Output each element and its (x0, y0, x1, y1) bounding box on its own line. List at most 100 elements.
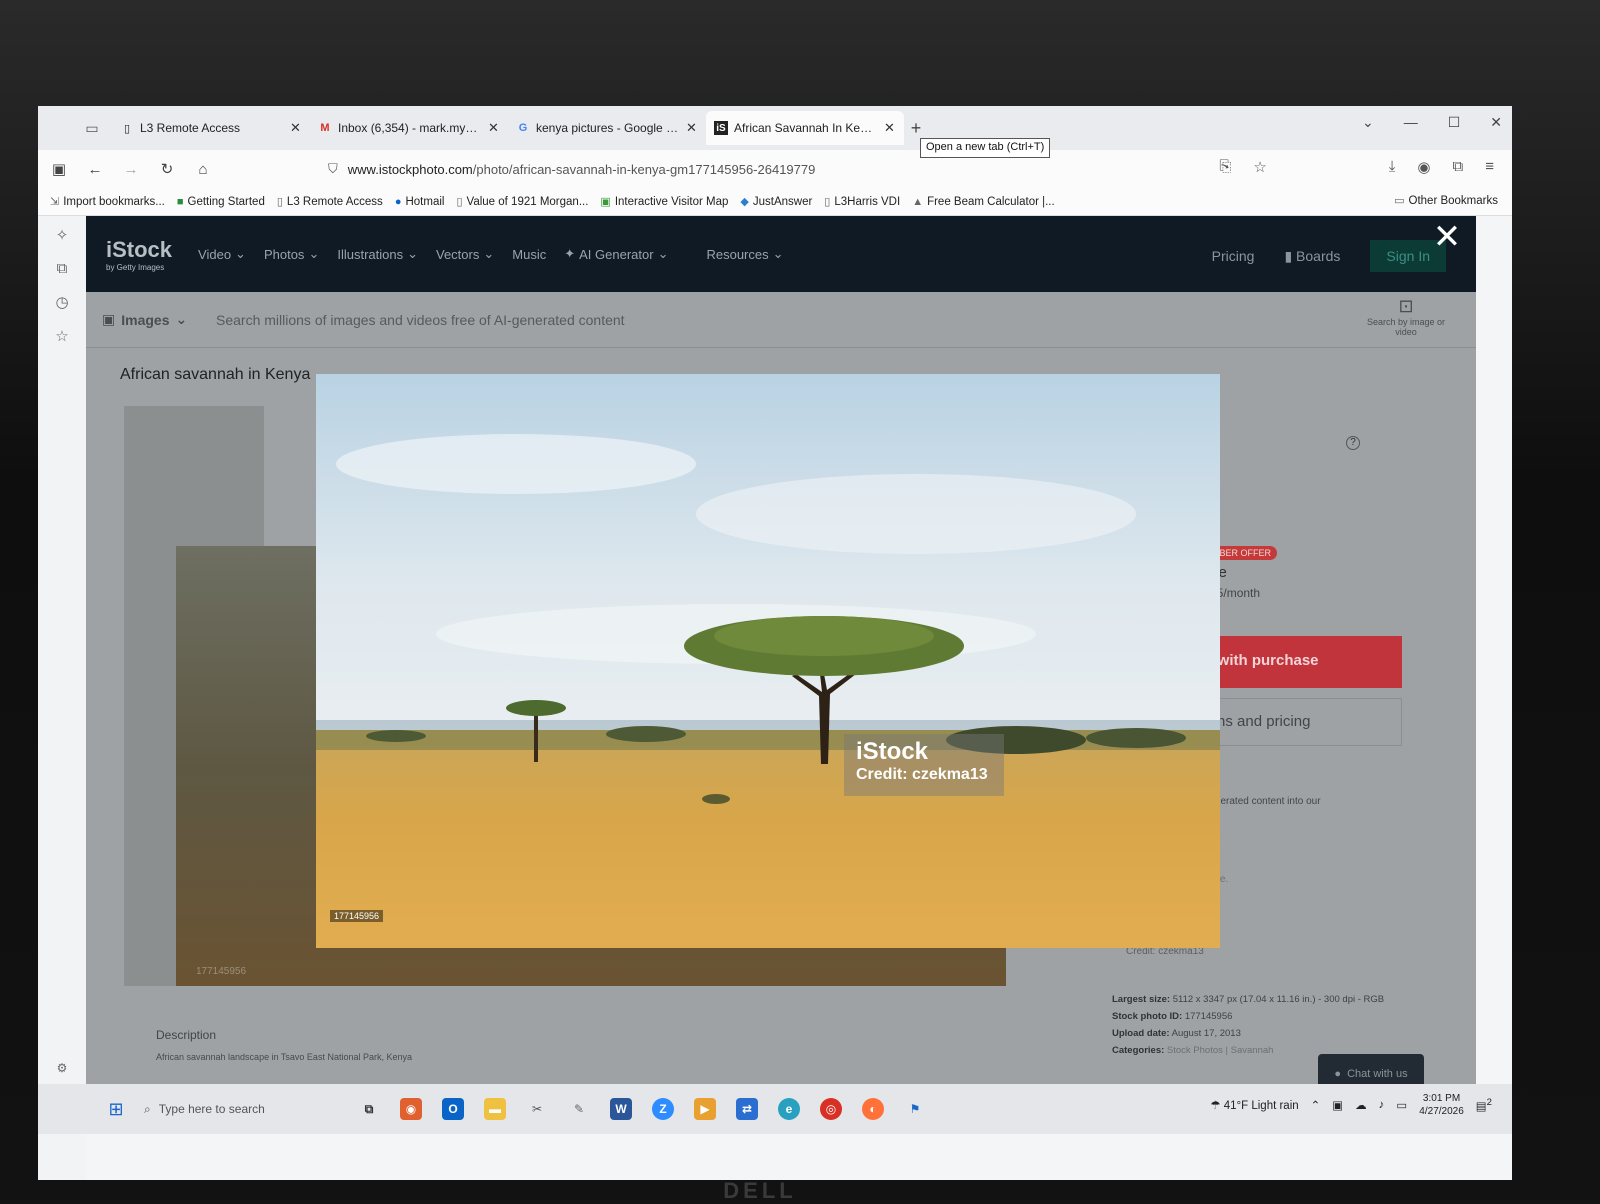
chevron-down-icon: ⌄ (407, 246, 418, 261)
background-photo-id: 177145956 (196, 966, 247, 977)
ai-chatbot-icon[interactable]: ✧ (56, 226, 69, 244)
asset-metadata: Largest size: 5112 x 3347 px (17.04 x 11… (1112, 994, 1385, 1056)
monitor-brand-logo: DELL (723, 1178, 797, 1203)
sidebar-toggle-icon[interactable]: ▣ (48, 158, 70, 180)
bookmark-morgan[interactable]: ▯ Value of 1921 Morgan... (456, 195, 588, 209)
tab-inbox[interactable]: M Inbox (6,354) - mark.myers.me@ ✕ (310, 111, 508, 145)
bookmark-import[interactable]: ⇲ Import bookmarks... (50, 195, 165, 209)
url-bar[interactable]: ⛉ www.istockphoto.com/photo/african-sava… (328, 155, 1208, 183)
file-explorer-icon[interactable]: ▬ (484, 1098, 506, 1120)
forward-icon[interactable]: → (120, 158, 142, 180)
nav-vectors[interactable]: Vectors ⌄ (436, 246, 494, 262)
media-player-icon[interactable]: ▶ (694, 1098, 716, 1120)
bookmark-hotmail[interactable]: ● Hotmail (395, 196, 445, 208)
bookmark-justanswer[interactable]: ◆ JustAnswer (740, 195, 812, 209)
snipping-tool-icon[interactable]: ✂ (526, 1098, 548, 1120)
paint-icon[interactable]: ✎ (568, 1098, 590, 1120)
tab-istock[interactable]: iS African Savannah In Kenya Stoc ✕ (706, 111, 904, 145)
boards-link[interactable]: ▮ Boards (1284, 248, 1340, 265)
bookmark-other[interactable]: ▭ Other Bookmarks (1394, 194, 1498, 208)
search-type-select[interactable]: ▣ Images ⌄ (86, 311, 196, 328)
bookmark-icon: ■ (176, 195, 184, 208)
savannah-photo (316, 374, 1220, 948)
settings-gear-icon[interactable]: ⚙ (57, 1061, 68, 1075)
chrome-icon[interactable]: ◎ (820, 1098, 842, 1120)
maximize-icon[interactable]: ☐ (1448, 114, 1461, 131)
minimize-icon[interactable]: — (1404, 114, 1418, 131)
remote-desktop-icon[interactable]: ⇄ (736, 1098, 758, 1120)
close-tab-icon[interactable]: ✕ (488, 120, 500, 136)
taskbar-search-input[interactable]: ⌕ Type here to search (138, 1091, 298, 1127)
bookmark-visitor-map[interactable]: ▣ Interactive Visitor Map (600, 195, 728, 209)
menu-icon[interactable]: ≡ (1485, 158, 1494, 176)
page-icon: ▯ (276, 196, 283, 208)
bookmark-l3-remote[interactable]: ▯ L3 Remote Access (276, 195, 383, 209)
search-by-image-button[interactable]: ⊡ Search by image or video (1366, 296, 1446, 337)
word-icon[interactable]: W (610, 1098, 632, 1120)
tab-title: African Savannah In Kenya Stoc (734, 121, 878, 135)
shield-icon[interactable]: ⛉ (328, 161, 338, 177)
help-icon[interactable]: ? (1346, 436, 1360, 450)
tray-app-icon[interactable]: ▣ (1332, 1098, 1343, 1112)
new-tab-button[interactable]: + (904, 118, 928, 139)
task-view-icon[interactable]: ⧉ (358, 1098, 380, 1120)
close-tab-icon[interactable]: ✕ (290, 120, 302, 136)
notifications-icon[interactable]: ▤2 (1476, 1097, 1492, 1113)
screen: ▭ ▯ L3 Remote Access ✕ M Inbox (6,354) -… (38, 106, 1512, 1180)
nav-resources[interactable]: Resources ⌄ (706, 246, 783, 262)
toolbar-right: ⎘ ☆ ⤓ ◉ ⧉ ≡ (1219, 158, 1494, 176)
history-icon[interactable]: ◷ (55, 293, 68, 311)
back-icon[interactable]: ← (84, 158, 106, 180)
close-tab-icon[interactable]: ✕ (686, 120, 698, 136)
taskbar-apps: ⧉ ◉ O ▬ ✂ ✎ W Z ▶ ⇄ e ◎ ◐ ⚑ (358, 1098, 926, 1120)
nav-illustrations[interactable]: Illustrations ⌄ (337, 246, 418, 262)
search-input[interactable]: Search millions of images and videos fre… (196, 312, 625, 328)
bookmark-beam-calc[interactable]: ▲ Free Beam Calculator |... (912, 196, 1055, 208)
clock[interactable]: 3:01 PM 4/27/2026 (1419, 1092, 1464, 1118)
nav-photos[interactable]: Photos ⌄ (264, 246, 319, 262)
tab-l3-remote-access[interactable]: ▯ L3 Remote Access ✕ (112, 111, 310, 145)
tab-list-icon[interactable]: ▭ (72, 113, 112, 143)
bookmark-l3harris[interactable]: ▯ L3Harris VDI (824, 195, 900, 209)
pricing-link[interactable]: Pricing (1212, 248, 1255, 264)
tab-google-search[interactable]: G kenya pictures - Google Search ✕ (508, 111, 706, 145)
zoom-icon[interactable]: Z (652, 1098, 674, 1120)
nav-music[interactable]: Music (512, 247, 546, 262)
close-tab-icon[interactable]: ✕ (884, 120, 896, 136)
tab-title: L3 Remote Access (140, 121, 241, 135)
header-right: Pricing ▮ Boards Sign In (1212, 240, 1446, 272)
show-hidden-icons-icon[interactable]: ⌃ (1311, 1098, 1321, 1112)
network-icon[interactable]: ☁ (1355, 1098, 1367, 1112)
search-icon: ⌕ (144, 1101, 151, 1116)
reload-icon[interactable]: ↻ (156, 158, 178, 180)
weather-widget[interactable]: ☂ 41°F Light rain (1210, 1098, 1298, 1112)
bookmark-getting-started[interactable]: ■ Getting Started (177, 196, 265, 208)
account-icon[interactable]: ◉ (1417, 158, 1430, 176)
home-icon[interactable]: ⌂ (192, 158, 214, 180)
outlook-icon: ● (394, 195, 402, 208)
bookmarks-icon[interactable]: ☆ (55, 327, 68, 345)
extensions-icon[interactable]: ⧉ (1453, 158, 1464, 176)
url-path: /photo/african-savannah-in-kenya-gm17714… (472, 161, 816, 177)
outlook-icon[interactable]: O (442, 1098, 464, 1120)
display-icon[interactable]: ▭ (1396, 1098, 1407, 1112)
nav-video[interactable]: Video ⌄ (198, 246, 246, 262)
nav-ai-generator[interactable]: ✦ AI Generator ⌄ (564, 246, 668, 262)
chat-icon: ◆ (740, 196, 749, 208)
network-app-icon[interactable]: ⚑ (904, 1098, 926, 1120)
edge-icon[interactable]: e (778, 1098, 800, 1120)
bookmark-star-icon[interactable]: ☆ (1253, 158, 1266, 176)
volume-icon[interactable]: ♪ (1379, 1099, 1385, 1111)
istock-logo[interactable]: iStock by Getty Images (106, 237, 172, 272)
windows-start-icon[interactable]: ⊞ (94, 1087, 138, 1131)
sparkle-icon: ✦ (564, 246, 576, 261)
close-modal-icon[interactable]: ✕ (1432, 220, 1462, 254)
image-icon: ▣ (102, 311, 116, 327)
reader-view-icon[interactable]: ⎘ (1219, 158, 1231, 176)
firefox-icon[interactable]: ◐ (862, 1098, 884, 1120)
tab-overflow-icon[interactable]: ⌄ (1362, 114, 1374, 131)
synced-tabs-icon[interactable]: ⧉ (57, 260, 68, 277)
close-window-icon[interactable]: ✕ (1490, 114, 1502, 131)
downloads-icon[interactable]: ⤓ (1389, 158, 1396, 176)
copilot-icon[interactable]: ◉ (400, 1098, 422, 1120)
